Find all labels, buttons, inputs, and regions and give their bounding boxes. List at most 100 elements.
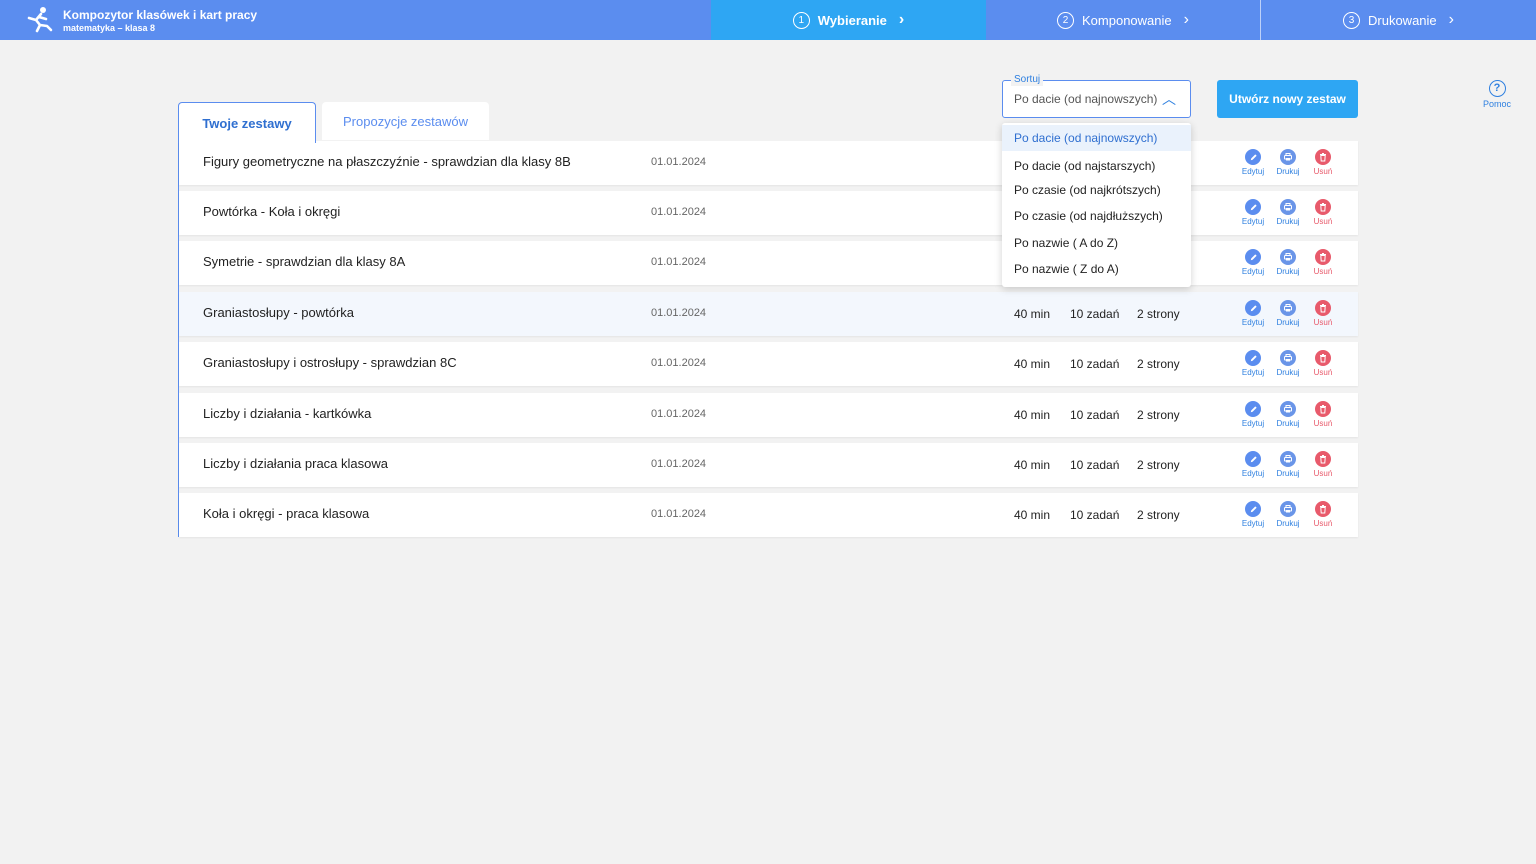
trash-icon [1315,149,1331,165]
print-button[interactable]: Drukuj [1271,501,1305,528]
delete-label: Usuń [1313,419,1333,428]
sort-option[interactable]: Po czasie (od najdłuższych) [1002,203,1191,229]
print-button[interactable]: Drukuj [1271,300,1305,327]
delete-button[interactable]: Usuń [1306,300,1340,327]
table-row[interactable]: Graniastosłupy i ostrosłupy - sprawdzian… [179,342,1358,386]
edit-label: Edytuj [1241,318,1265,327]
tab-propozycje-zestawow[interactable]: Propozycje zestawów [322,102,489,140]
set-date: 01.01.2024 [651,458,707,470]
set-title: Graniastosłupy i ostrosłupy - sprawdzian… [203,355,457,370]
sort-option[interactable]: Po nazwie ( Z do A) [1002,256,1191,282]
print-label: Drukuj [1276,519,1300,528]
help-icon: ? [1488,80,1506,97]
edit-button[interactable]: Edytuj [1236,501,1270,528]
edit-button[interactable]: Edytuj [1236,350,1270,377]
table-row[interactable]: Liczby i działania - kartkówka 01.01.2024… [179,393,1358,437]
printer-icon [1280,401,1296,417]
delete-button[interactable]: Usuń [1306,501,1340,528]
set-time: 40 min [1014,458,1051,472]
help-button[interactable]: ? Pomoc [1480,80,1514,109]
sort-option[interactable]: Po dacie (od najnowszych) [1002,125,1191,151]
edit-button[interactable]: Edytuj [1236,249,1270,276]
sort-option[interactable]: Po dacie (od najstarszych) [1002,153,1191,179]
printer-icon [1280,199,1296,215]
pencil-icon [1245,401,1261,417]
set-pages: 2 strony [1137,307,1180,321]
set-date: 01.01.2024 [651,357,707,369]
trash-icon [1315,501,1331,517]
set-time: 40 min [1014,357,1051,371]
step-komponowanie[interactable]: 2 Komponowanie › [986,0,1260,40]
sort-label: Sortuj [1011,74,1044,86]
pencil-icon [1245,501,1261,517]
print-button[interactable]: Drukuj [1271,451,1305,478]
sort-dropdown: Po dacie (od najnowszych) Po dacie (od n… [1002,123,1191,287]
delete-button[interactable]: Usuń [1306,451,1340,478]
edit-button[interactable]: Edytuj [1236,199,1270,226]
help-label: Pomoc [1482,99,1511,109]
print-button[interactable]: Drukuj [1271,249,1305,276]
printer-icon [1280,300,1296,316]
set-pages: 2 strony [1137,508,1180,522]
edit-label: Edytuj [1241,217,1265,226]
trash-icon [1315,199,1331,215]
tab-twoje-zestawy[interactable]: Twoje zestawy [178,102,316,143]
set-pages: 2 strony [1137,357,1180,371]
print-button[interactable]: Drukuj [1271,401,1305,428]
table-row[interactable]: Liczby i działania praca klasowa 01.01.20… [179,443,1358,487]
step-wybieranie[interactable]: 1 Wybieranie › [711,0,986,40]
set-time: 40 min [1014,408,1051,422]
trash-icon [1315,300,1331,316]
chevron-right-icon: › [898,11,905,28]
pencil-icon [1245,199,1261,215]
edit-button[interactable]: Edytuj [1236,149,1270,176]
delete-button[interactable]: Usuń [1306,401,1340,428]
sort-select[interactable]: Sortuj Po dacie (od najnowszych) ︿ [1002,74,1191,118]
trash-icon [1315,451,1331,467]
step-label: Drukowanie [1368,12,1437,28]
step-drukowanie[interactable]: 3 Drukowanie › [1261,0,1536,40]
delete-label: Usuń [1313,217,1333,226]
delete-button[interactable]: Usuń [1306,350,1340,377]
trash-icon [1315,350,1331,366]
set-tasks: 10 zadań [1070,357,1120,371]
set-tasks: 10 zadań [1070,508,1120,522]
print-label: Drukuj [1276,419,1300,428]
delete-label: Usuń [1313,267,1333,276]
edit-label: Edytuj [1241,368,1265,377]
print-button[interactable]: Drukuj [1271,350,1305,377]
pencil-icon [1245,149,1261,165]
set-title: Figury geometryczne na płaszczyźnie - sp… [203,154,571,169]
delete-button[interactable]: Usuń [1306,249,1340,276]
set-tasks: 10 zadań [1070,307,1120,321]
step-label: Wybieranie [817,12,887,28]
set-time: 40 min [1014,508,1051,522]
delete-button[interactable]: Usuń [1306,199,1340,226]
print-button[interactable]: Drukuj [1271,199,1305,226]
sort-option[interactable]: Po czasie (od najkrótszych) [1002,177,1191,203]
delete-button[interactable]: Usuń [1306,149,1340,176]
set-title: Liczby i działania praca klasowa [203,456,388,471]
table-row[interactable]: Graniastosłupy - powtórka 01.01.2024 40 mi… [179,292,1358,336]
delete-label: Usuń [1313,368,1333,377]
table-row[interactable]: Koła i okręgi - praca klasowa 01.01.2024 4… [179,493,1358,537]
set-date: 01.01.2024 [651,508,707,520]
printer-icon [1280,501,1296,517]
print-label: Drukuj [1276,167,1300,176]
edit-label: Edytuj [1241,167,1265,176]
edit-button[interactable]: Edytuj [1236,451,1270,478]
edit-button[interactable]: Edytuj [1236,401,1270,428]
create-set-button[interactable]: Utwórz nowy zestaw [1217,80,1358,118]
pencil-icon [1245,451,1261,467]
printer-icon [1280,451,1296,467]
set-title: Symetrie - sprawdzian dla klasy 8A [203,254,406,269]
printer-icon [1280,350,1296,366]
edit-button[interactable]: Edytuj [1236,300,1270,327]
edit-label: Edytuj [1241,267,1265,276]
set-pages: 2 strony [1137,458,1180,472]
printer-icon [1280,149,1296,165]
logo-icon [27,7,53,33]
set-title: Powtórka - Koła i okręgi [203,204,341,219]
print-button[interactable]: Drukuj [1271,149,1305,176]
sort-option[interactable]: Po nazwie ( A do Z) [1002,230,1191,256]
